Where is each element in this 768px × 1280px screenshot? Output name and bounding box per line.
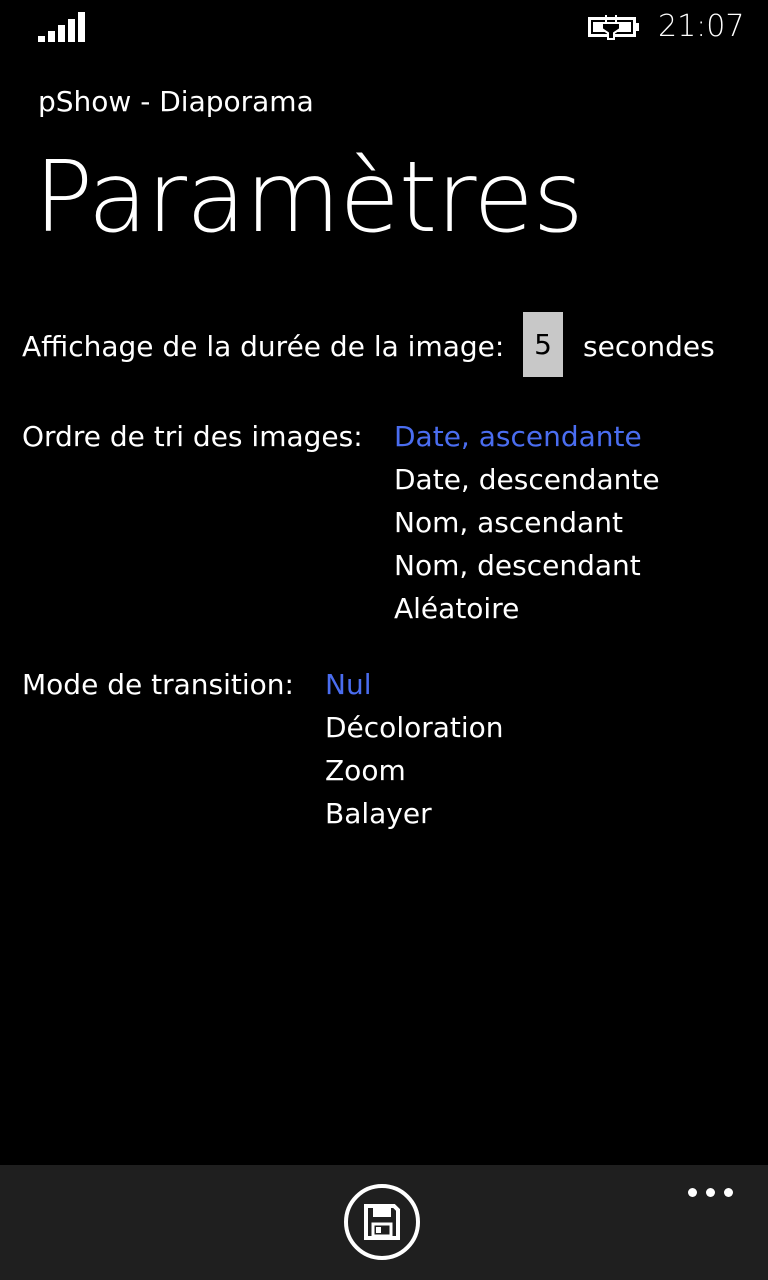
more-icon (724, 1188, 733, 1197)
transition-option-fade[interactable]: Décoloration (325, 706, 504, 749)
more-icon (706, 1188, 715, 1197)
transition-option-wipe[interactable]: Balayer (325, 792, 504, 835)
sort-order-label: Ordre de tri des images: (22, 420, 363, 453)
duration-unit-label: secondes (583, 330, 715, 363)
sort-order-list: Date, ascendante Date, descendante Nom, … (394, 415, 660, 630)
page-title: Paramètres (34, 141, 584, 255)
sort-option-name-desc[interactable]: Nom, descendant (394, 544, 660, 587)
sort-option-date-desc[interactable]: Date, descendante (394, 458, 660, 501)
battery-charging-icon (588, 15, 639, 40)
duration-input[interactable]: 5 (523, 312, 563, 377)
save-button[interactable] (344, 1184, 420, 1260)
more-options-button[interactable] (680, 1175, 740, 1205)
transition-option-zoom[interactable]: Zoom (325, 749, 504, 792)
status-bar: 21:07 (0, 0, 768, 56)
signal-strength-icon (38, 12, 85, 42)
duration-label: Affichage de la durée de la image: (22, 330, 505, 363)
save-icon (364, 1204, 400, 1240)
sort-option-name-asc[interactable]: Nom, ascendant (394, 501, 660, 544)
transition-mode-list: Nul Décoloration Zoom Balayer (325, 663, 504, 835)
sort-option-date-asc[interactable]: Date, ascendante (394, 415, 660, 458)
sort-option-random[interactable]: Aléatoire (394, 587, 660, 630)
more-icon (688, 1188, 697, 1197)
app-title: pShow - Diaporama (38, 85, 314, 118)
app-bar (0, 1165, 768, 1280)
clock: 21:07 (658, 9, 745, 44)
transition-mode-label: Mode de transition: (22, 668, 294, 701)
transition-option-none[interactable]: Nul (325, 663, 504, 706)
